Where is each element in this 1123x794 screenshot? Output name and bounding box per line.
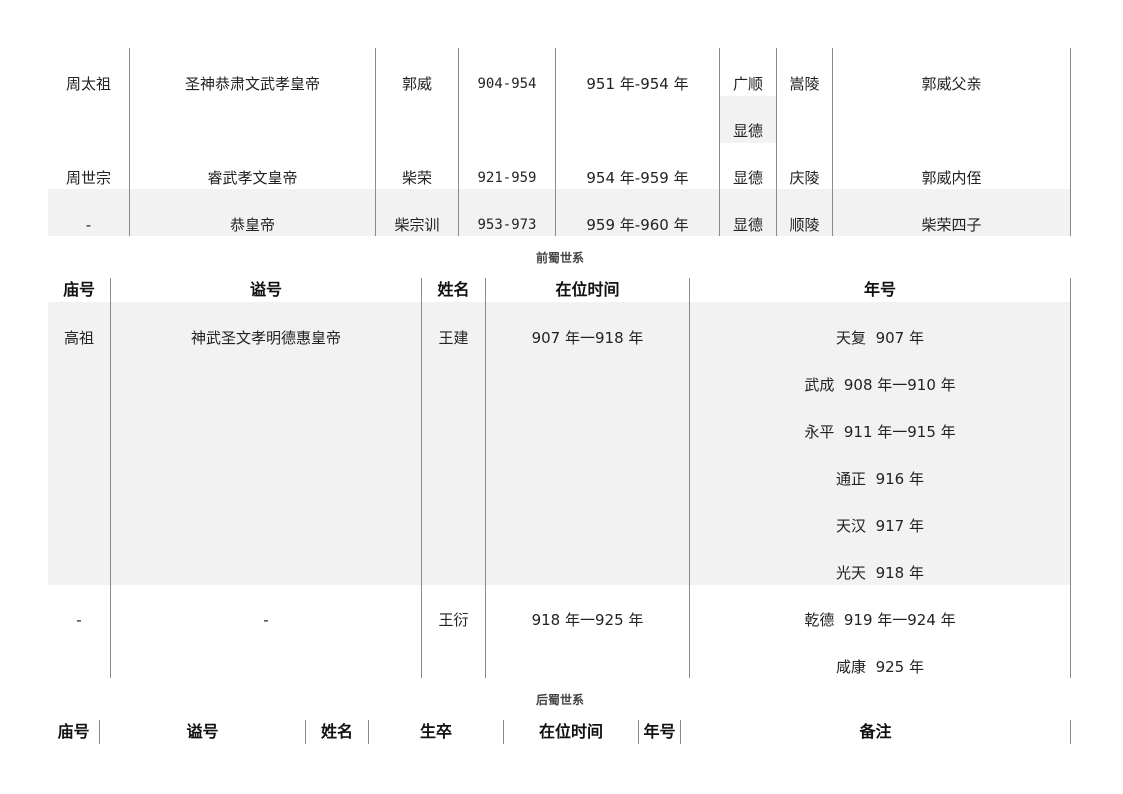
temple-name: 高祖: [63, 329, 94, 347]
reign-period: 907 年一918 年: [531, 329, 644, 347]
tomb-name: 庆陵: [789, 169, 820, 187]
tomb-name: 嵩陵: [789, 75, 820, 93]
note: 柴荣四子: [921, 216, 982, 234]
era-entry: 光天 918 年: [836, 564, 924, 582]
personal-name: 柴宗训: [394, 216, 440, 234]
personal-name: 王建: [438, 329, 469, 347]
posthumous-name: -: [263, 611, 269, 629]
temple-name: 周世宗: [65, 169, 111, 187]
note: 郭威父亲: [921, 75, 982, 93]
life-span: 904-954: [477, 76, 537, 92]
personal-name: 柴荣: [401, 169, 432, 187]
header-note: 备注: [859, 722, 892, 741]
header-temple: 庙号: [62, 280, 95, 299]
column-divider: [1070, 278, 1071, 678]
personal-name: 王衍: [438, 611, 469, 629]
header-name: 姓名: [437, 280, 470, 299]
era-entry: 永平 911 年一915 年: [804, 423, 956, 441]
temple-name: -: [76, 611, 82, 629]
reign-period: 959 年-960 年: [586, 216, 689, 234]
era-entry: 天复 907 年: [836, 329, 924, 347]
era-entry: 武成 908 年一910 年: [804, 376, 956, 394]
reign-period: 954 年-959 年: [586, 169, 689, 187]
temple-name: 周太祖: [65, 75, 111, 93]
era-entry: 乾德 919 年一924 年: [804, 611, 956, 629]
posthumous-name: 神武圣文孝明德惠皇帝: [190, 329, 341, 347]
header-posthumous: 谥号: [186, 722, 219, 741]
reign-period: 918 年一925 年: [531, 611, 644, 629]
header-temple: 庙号: [57, 722, 90, 741]
section-caption-houshu: 后蜀世系: [535, 693, 584, 707]
column-divider: [1070, 720, 1071, 744]
posthumous-name: 恭皇帝: [229, 216, 275, 234]
era-entry: 咸康 925 年: [836, 658, 924, 676]
era-entry: 天汉 917 年: [836, 517, 924, 535]
era-entry: 通正 916 年: [836, 470, 924, 488]
life-span: 921-959: [477, 170, 537, 186]
era-name: 显德: [732, 169, 763, 187]
posthumous-name: 圣神恭肃文武孝皇帝: [184, 75, 320, 93]
column-divider: [1070, 48, 1071, 236]
header-reign: 在位时间: [538, 722, 603, 741]
life-span: 953-973: [477, 217, 537, 233]
header-era: 年号: [863, 280, 896, 299]
era-name: 广顺: [732, 75, 763, 93]
header-posthumous: 谥号: [249, 280, 282, 299]
header-name: 姓名: [320, 722, 353, 741]
personal-name: 郭威: [401, 75, 432, 93]
section-caption-qianshu: 前蜀世系: [535, 251, 584, 265]
era-name: 显德: [732, 122, 763, 140]
posthumous-name: 睿武孝文皇帝: [207, 169, 298, 187]
header-era: 年号: [643, 722, 676, 741]
temple-name: -: [85, 216, 92, 234]
era-name: 显德: [732, 216, 763, 234]
header-lifespan: 生卒: [419, 722, 452, 741]
tomb-name: 顺陵: [789, 216, 820, 234]
reign-period: 951 年-954 年: [586, 75, 689, 93]
header-reign: 在位时间: [555, 280, 620, 299]
note: 郭威内侄: [921, 169, 982, 187]
